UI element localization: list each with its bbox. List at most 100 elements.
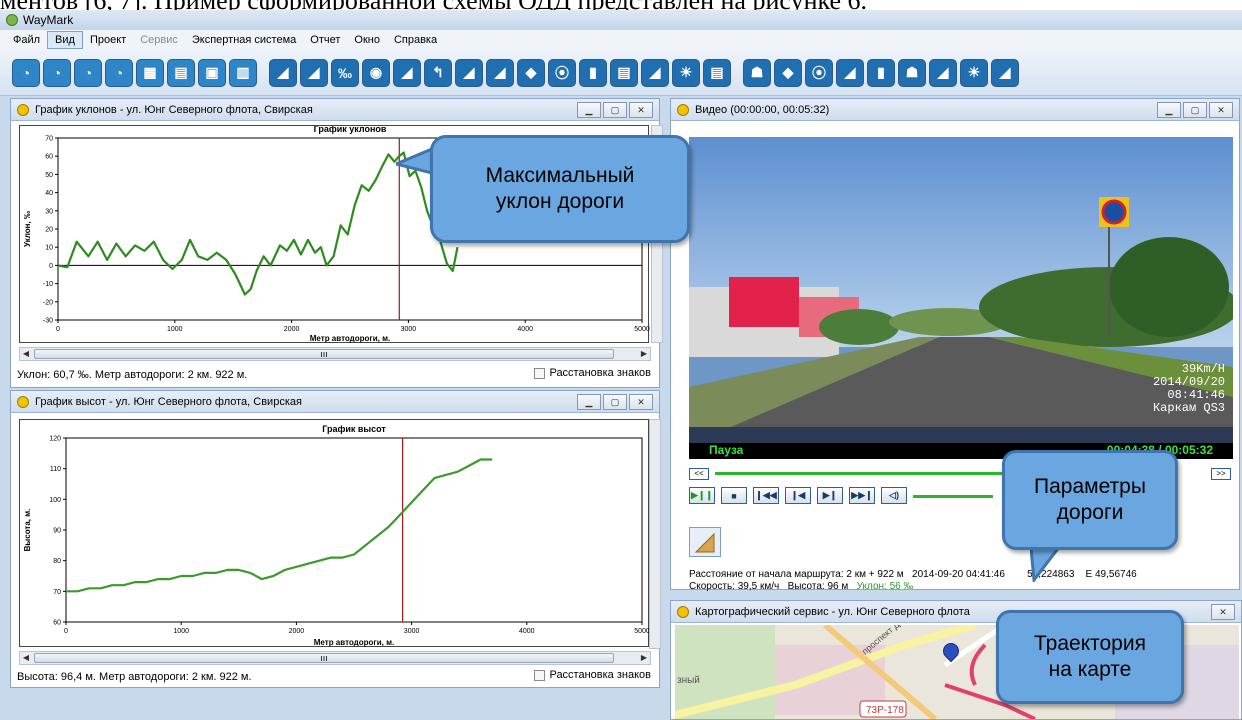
priority-sign-tool-icon[interactable]: ◆ xyxy=(517,58,545,87)
menu-expert-system[interactable]: Экспертная система xyxy=(185,32,303,48)
x-tick-label: 4000 xyxy=(517,326,533,333)
stop-button[interactable]: ■ xyxy=(721,487,747,504)
height-vertical-scrollbar[interactable] xyxy=(649,419,661,649)
car-tool-icon[interactable]: ◢ xyxy=(991,58,1019,87)
turn-tool-icon[interactable]: ↰ xyxy=(424,58,452,87)
maximize-button[interactable]: ▢ xyxy=(1183,102,1207,118)
minimize-button[interactable]: ▁ xyxy=(577,102,601,118)
slope-info: Уклон: 56 ‰ xyxy=(856,581,914,592)
panel-icon xyxy=(677,103,689,116)
plot-area xyxy=(65,437,643,623)
close-button[interactable]: ✕ xyxy=(629,102,653,118)
panel-icon xyxy=(677,605,689,618)
tool-5-icon[interactable]: ▦ xyxy=(136,58,164,87)
height-status: Высота: 96,4 м. Метр автодороги: 2 км. 9… xyxy=(17,671,252,683)
road-tool-19-icon[interactable]: ◢ xyxy=(836,58,864,87)
scroll-thumb[interactable]: ııı xyxy=(34,349,614,359)
barrier-tool-icon[interactable]: ▮ xyxy=(579,58,607,87)
tool-1-icon[interactable]: ◔ xyxy=(12,58,40,87)
checkbox-box[interactable] xyxy=(534,367,546,379)
prev-frame-button[interactable]: ❙◀ xyxy=(785,487,811,504)
traffic-light-tool-icon[interactable]: ⦿ xyxy=(548,58,576,87)
road-tool-3-icon[interactable]: ‰ xyxy=(331,58,359,87)
y-tick-label: 50 xyxy=(45,172,53,179)
road-tool-13-icon[interactable]: ◢ xyxy=(641,58,669,87)
pedestrian-tool-icon[interactable]: ☗ xyxy=(743,58,771,87)
road-tool-2-icon[interactable]: ◢ xyxy=(300,58,328,87)
scroll-right-icon[interactable]: ▶ xyxy=(638,652,650,664)
tool-3-icon[interactable]: ◔ xyxy=(74,58,102,87)
traffic-light-tool-2-icon[interactable]: ⦿ xyxy=(805,58,833,87)
close-button[interactable]: ✕ xyxy=(1211,604,1235,620)
menu-report[interactable]: Отчет xyxy=(303,32,347,48)
maximize-button[interactable]: ▢ xyxy=(603,394,627,410)
tool-8-icon[interactable]: ▥ xyxy=(229,58,257,87)
callout-road-params-line2: дороги xyxy=(1056,501,1124,524)
tool-6-icon[interactable]: ▤ xyxy=(167,58,195,87)
next-frame-button[interactable]: ▶❙ xyxy=(817,487,843,504)
road-tool-8-icon[interactable]: ◢ xyxy=(486,58,514,87)
scroll-thumb[interactable]: ııı xyxy=(34,653,614,663)
crosswalk-tool-icon[interactable]: ☗ xyxy=(898,58,926,87)
chart-title: График высот xyxy=(322,424,386,434)
menu-view[interactable]: Вид xyxy=(47,31,83,49)
checkbox-label: Расстановка знаков xyxy=(549,367,651,379)
priority-road-tool-icon[interactable]: ◆ xyxy=(774,58,802,87)
menu-help[interactable]: Справка xyxy=(387,32,444,48)
rewind-button[interactable]: << xyxy=(689,468,709,480)
checkbox-box[interactable] xyxy=(534,669,546,681)
road-tool-5-icon[interactable]: ◢ xyxy=(393,58,421,87)
barrier-tool-2-icon[interactable]: ▮ xyxy=(867,58,895,87)
height-place-signs-checkbox[interactable]: Расстановка знаков xyxy=(534,669,651,681)
chart-title: График уклонов xyxy=(314,126,387,134)
road-tool-22-icon[interactable]: ◢ xyxy=(929,58,957,87)
y-tick-label: 60 xyxy=(45,154,53,161)
lamp-tool-icon[interactable]: ☀ xyxy=(672,58,700,87)
tool-2-icon[interactable]: ◔ xyxy=(43,58,71,87)
slope-panel-titlebar: График уклонов - ул. Юнг Северного флота… xyxy=(11,99,659,121)
height-horizontal-scrollbar[interactable]: ◀ ııı ▶ xyxy=(19,651,651,665)
height-panel-title: График высот - ул. Юнг Северного флота, … xyxy=(35,395,302,408)
scroll-left-icon[interactable]: ◀ xyxy=(20,348,32,360)
tool-7-icon[interactable]: ▣ xyxy=(198,58,226,87)
road-tool-1-icon[interactable]: ◢ xyxy=(269,58,297,87)
altitude-info: Высота: 96 м xyxy=(787,581,849,592)
seek-bar[interactable] xyxy=(715,472,1015,475)
y-axis-label: Уклон, ‰ xyxy=(23,211,32,247)
slope-horizontal-scrollbar[interactable]: ◀ ııı ▶ xyxy=(19,347,651,361)
tool-4-icon[interactable]: ◔ xyxy=(105,58,133,87)
forward-button[interactable]: >> xyxy=(1211,468,1231,480)
speed-limit-tool-icon[interactable]: ◉ xyxy=(362,58,390,87)
first-frame-button[interactable]: ❙◀◀ xyxy=(753,487,779,504)
video-frame[interactable]: 39Km/H 2014/09/20 08:41:46 Каркам QS3 xyxy=(689,137,1233,445)
toolbar-separator xyxy=(260,59,266,87)
road-tool-7-icon[interactable]: ◢ xyxy=(455,58,483,87)
menu-service[interactable]: Сервис xyxy=(133,32,185,48)
road-tool-15-icon[interactable]: ▤ xyxy=(703,58,731,87)
last-frame-button[interactable]: ▶▶❙ xyxy=(849,487,875,504)
close-button[interactable]: ✕ xyxy=(629,394,653,410)
close-button[interactable]: ✕ xyxy=(1209,102,1233,118)
x-tick-label: 3000 xyxy=(404,628,420,635)
road-tool-12-icon[interactable]: ▤ xyxy=(610,58,638,87)
minimize-button[interactable]: ▁ xyxy=(577,394,601,410)
menu-file[interactable]: Файл xyxy=(6,32,47,48)
slope-place-signs-checkbox[interactable]: Расстановка знаков xyxy=(534,367,651,379)
lamp-tool-2-icon[interactable]: ☀ xyxy=(960,58,988,87)
measure-tool-icon[interactable] xyxy=(689,527,721,557)
minimize-button[interactable]: ▁ xyxy=(1157,102,1181,118)
volume-slider[interactable] xyxy=(913,495,993,498)
y-tick-label: 80 xyxy=(53,558,61,565)
volume-icon[interactable]: ◁) xyxy=(881,487,907,504)
menu-project[interactable]: Проект xyxy=(83,32,133,48)
video-info-line-2: Скорость: 39,5 км/ч Высота: 96 м Уклон: … xyxy=(689,581,914,592)
play-pause-button[interactable]: ▶❙❙ xyxy=(689,487,715,504)
scroll-right-icon[interactable]: ▶ xyxy=(638,348,650,360)
panel-icon xyxy=(17,395,29,408)
panel-icon xyxy=(17,103,29,116)
menu-window[interactable]: Окно xyxy=(347,32,387,48)
callout-trajectory-line2: на карте xyxy=(1048,658,1132,681)
x-tick-label: 0 xyxy=(64,628,68,635)
scroll-left-icon[interactable]: ◀ xyxy=(20,652,32,664)
maximize-button[interactable]: ▢ xyxy=(603,102,627,118)
